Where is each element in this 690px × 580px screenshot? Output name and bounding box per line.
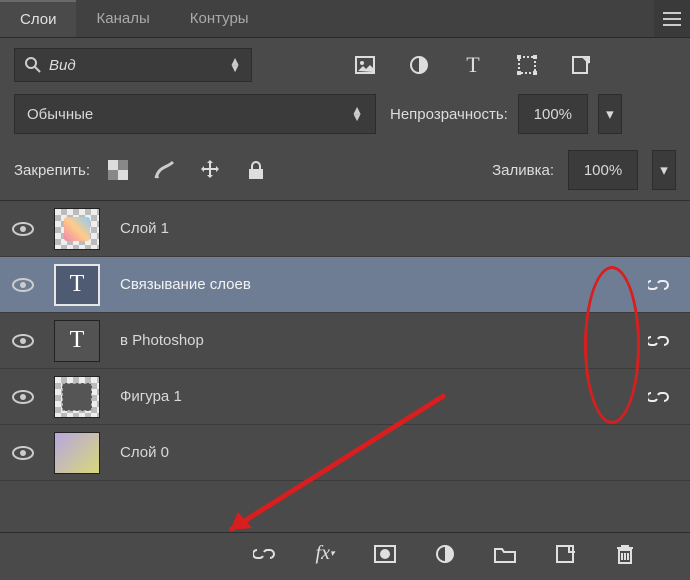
layer-mask-button[interactable] [370, 539, 400, 569]
visibility-toggle[interactable] [6, 221, 40, 237]
visibility-toggle[interactable] [6, 445, 40, 461]
layer-thumbnail[interactable] [54, 208, 100, 250]
lock-label: Закрепить: [14, 162, 90, 179]
layer-thumbnail[interactable] [54, 376, 100, 418]
layer-thumbnail[interactable] [54, 432, 100, 474]
fill-label: Заливка: [492, 162, 554, 179]
layer-row[interactable]: Фигура 1 [0, 369, 690, 425]
blend-mode-select[interactable]: Обычные ▲▼ [14, 94, 376, 134]
layer-row[interactable]: Слой 1 [0, 201, 690, 257]
pixel-filter-icon[interactable] [352, 52, 378, 78]
layer-name[interactable]: Фигура 1 [114, 388, 622, 405]
opacity-label: Непрозрачность: [390, 106, 508, 123]
delete-layer-button[interactable] [610, 539, 640, 569]
lock-position-icon[interactable] [196, 156, 224, 184]
layer-row[interactable]: Слой 0 [0, 425, 690, 481]
link-icon[interactable] [636, 334, 682, 348]
new-group-button[interactable] [490, 539, 520, 569]
fill-value[interactable]: 100% [568, 150, 638, 190]
dropdown-arrows-icon: ▲▼ [229, 58, 241, 72]
visibility-toggle[interactable] [6, 277, 40, 293]
fill-dropdown-button[interactable]: ▾ [652, 150, 676, 190]
link-icon[interactable] [636, 278, 682, 292]
layer-row[interactable]: T в Photoshop [0, 313, 690, 369]
adjustment-filter-icon[interactable] [406, 52, 432, 78]
layer-name[interactable]: Слой 1 [114, 220, 622, 237]
layer-row[interactable]: T Связывание слоев [0, 257, 690, 313]
layer-style-button[interactable]: fx▾ [310, 539, 340, 569]
smartobject-filter-icon[interactable] [568, 52, 594, 78]
lock-all-icon[interactable] [242, 156, 270, 184]
blend-mode-label: Обычные [27, 106, 93, 123]
filter-type-label: Вид [49, 57, 76, 74]
lock-transparency-icon[interactable] [104, 156, 132, 184]
dropdown-arrows-icon: ▲▼ [351, 107, 363, 121]
visibility-toggle[interactable] [6, 389, 40, 405]
link-layers-button[interactable] [250, 539, 280, 569]
layer-name[interactable]: Связывание слоев [114, 276, 622, 293]
filter-icon-row: T [352, 52, 594, 78]
tab-paths[interactable]: Контуры [170, 0, 269, 37]
layer-name[interactable]: Слой 0 [114, 444, 622, 461]
search-icon [25, 57, 41, 73]
layer-list: Слой 1 T Связывание слоев T в Photoshop … [0, 200, 690, 481]
type-filter-icon[interactable]: T [460, 52, 486, 78]
bottom-toolbar: fx▾ [0, 532, 690, 574]
layer-thumbnail[interactable]: T [54, 264, 100, 306]
new-layer-button[interactable] [550, 539, 580, 569]
lock-pixels-icon[interactable] [150, 156, 178, 184]
shape-filter-icon[interactable] [514, 52, 540, 78]
layer-name[interactable]: в Photoshop [114, 332, 622, 349]
opacity-dropdown-button[interactable]: ▾ [598, 94, 622, 134]
layer-filter-select[interactable]: Вид ▲▼ [14, 48, 252, 82]
visibility-toggle[interactable] [6, 333, 40, 349]
panel-tabs: Слои Каналы Контуры [0, 0, 690, 38]
adjustment-layer-button[interactable] [430, 539, 460, 569]
opacity-value[interactable]: 100% [518, 94, 588, 134]
link-icon[interactable] [636, 390, 682, 404]
panel-menu-button[interactable] [654, 0, 690, 37]
tab-layers[interactable]: Слои [0, 0, 76, 37]
layers-panel: Слои Каналы Контуры Вид ▲▼ T [0, 0, 690, 580]
tab-channels[interactable]: Каналы [76, 0, 169, 37]
layer-thumbnail[interactable]: T [54, 320, 100, 362]
